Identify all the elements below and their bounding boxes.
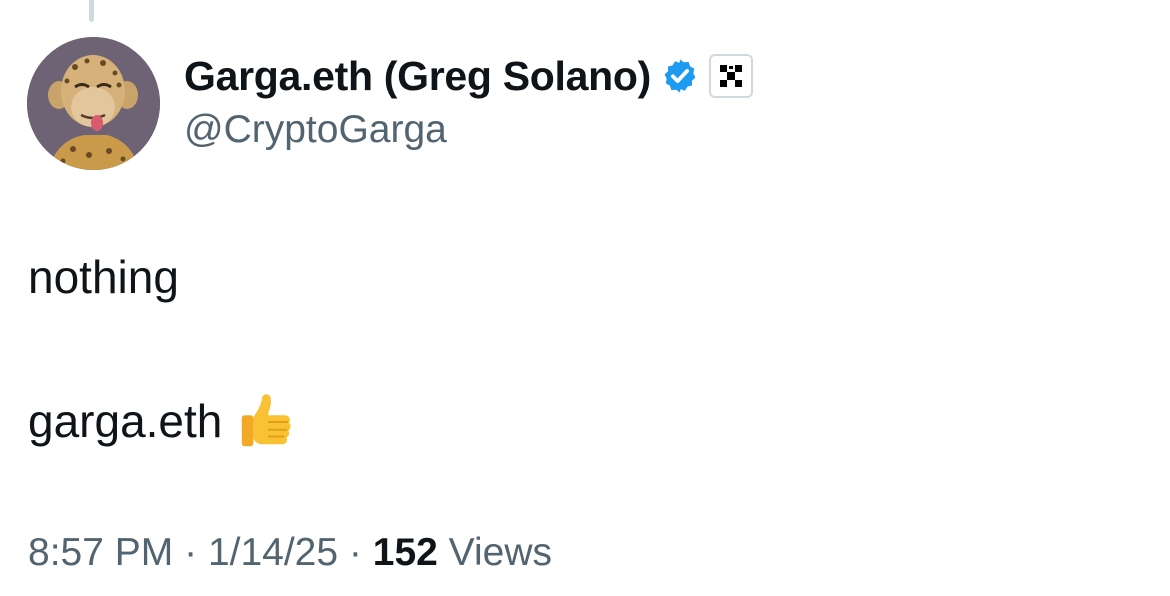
tweet-text: garga.eth xyxy=(28,395,223,447)
tweet-time[interactable]: 8:57 PM xyxy=(28,531,173,574)
tweet-text-line: nothing xyxy=(28,250,179,304)
views-label: Views xyxy=(448,531,552,574)
meta-separator: · xyxy=(348,531,362,574)
views-count[interactable]: 152 xyxy=(373,531,438,574)
author-display-name[interactable]: Garga.eth (Greg Solano) xyxy=(184,53,651,100)
tweet-text-line: garga.eth xyxy=(28,390,296,452)
verified-check-icon[interactable] xyxy=(661,57,699,95)
author-handle[interactable]: @CryptoGarga xyxy=(184,108,447,152)
tweet-date[interactable]: 1/14/25 xyxy=(208,531,338,574)
thread-connector-line xyxy=(89,0,94,22)
author-name-row: Garga.eth (Greg Solano) xyxy=(184,50,753,102)
tweet-text: nothing xyxy=(28,251,179,303)
meta-separator: · xyxy=(184,531,198,574)
thumbs-up-emoji-icon xyxy=(234,390,296,452)
ape-avatar-image xyxy=(27,37,160,170)
avatar[interactable] xyxy=(27,37,160,170)
organization-badge-icon[interactable] xyxy=(708,54,753,98)
tweet-meta: 8:57 PM · 1/14/25 · 152 Views xyxy=(28,531,552,575)
